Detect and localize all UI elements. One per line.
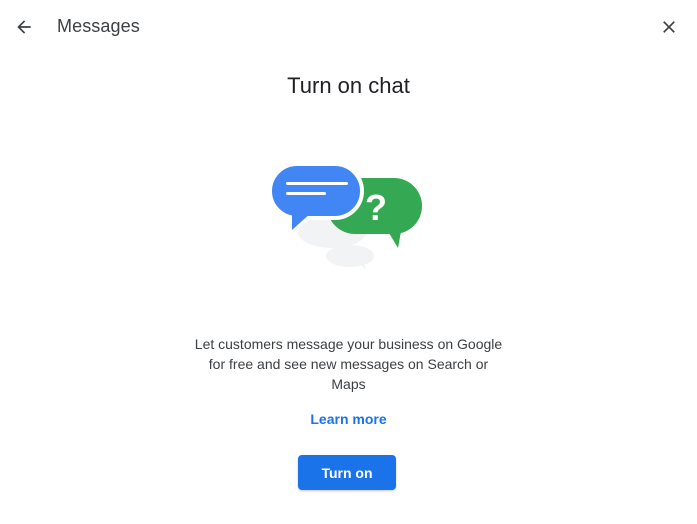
close-icon xyxy=(663,21,675,33)
svg-text:?: ? xyxy=(365,187,387,228)
turn-on-button[interactable]: Turn on xyxy=(298,455,396,490)
header-title: Messages xyxy=(57,16,140,36)
arrow-back-icon xyxy=(17,20,31,34)
back-button[interactable] xyxy=(10,13,38,41)
learn-more-row: Learn more xyxy=(0,411,697,427)
chat-bubbles-question-icon: ? xyxy=(268,162,422,270)
page-title: Turn on chat xyxy=(287,73,410,98)
description: Let customers message your business on G… xyxy=(0,334,697,394)
learn-more-link[interactable]: Learn more xyxy=(310,411,386,427)
description-line: Maps xyxy=(331,376,366,392)
description-line: Let customers message your business on G… xyxy=(194,336,503,352)
dialog-header: Messages xyxy=(0,0,697,54)
chat-illustration: ? xyxy=(262,158,432,278)
close-button[interactable] xyxy=(655,13,683,41)
description-line: for free and see new messages on Search … xyxy=(208,356,489,372)
